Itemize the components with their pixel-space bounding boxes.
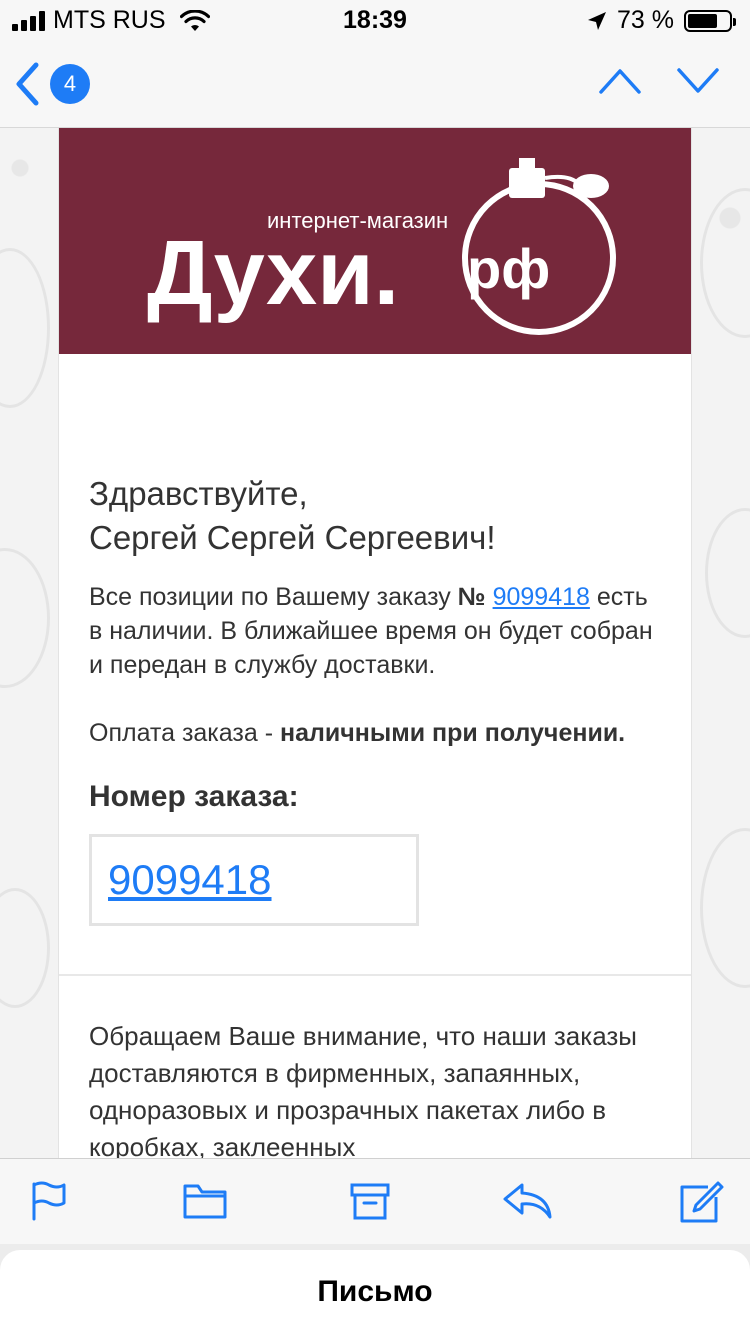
logo-main-text: Духи. bbox=[147, 222, 399, 324]
unread-count-badge: 4 bbox=[50, 64, 90, 104]
location-icon bbox=[588, 11, 607, 30]
order-number-heading: Номер заказа: bbox=[89, 780, 299, 813]
order-number-box-link[interactable]: 9099418 bbox=[108, 856, 272, 904]
payment-paragraph: Оплата заказа - наличными при получении. bbox=[89, 716, 661, 750]
store-logo: интернет-магазин Духи. рф bbox=[147, 158, 616, 335]
battery-percent: 73 % bbox=[617, 6, 674, 34]
email-content: Здравствуйте, Сергей Сергей Сергеевич! В… bbox=[59, 472, 691, 926]
order-number-box: 9099418 bbox=[89, 834, 419, 926]
battery-icon bbox=[684, 9, 736, 32]
packaging-notice: Обращаем Ваше внимание, что наши заказы … bbox=[89, 1021, 637, 1158]
greeting-line-1: Здравствуйте, bbox=[89, 475, 308, 512]
order-number-link[interactable]: 9099418 bbox=[493, 583, 590, 611]
archive-icon[interactable] bbox=[350, 1181, 390, 1221]
logo-suffix: рф bbox=[467, 237, 550, 300]
payment-label: Оплата заказа - bbox=[89, 719, 281, 747]
navigation-bar: 4 bbox=[0, 40, 750, 128]
number-sign: № bbox=[457, 583, 486, 611]
email-body: интернет-магазин Духи. рф Здравствуйте, … bbox=[58, 128, 692, 1158]
status-bar: MTS RUS 18:39 73 % bbox=[0, 0, 750, 40]
mail-toolbar bbox=[0, 1158, 750, 1244]
next-message-button[interactable] bbox=[676, 66, 720, 96]
compose-icon[interactable] bbox=[678, 1181, 724, 1225]
availability-text-start: Все позиции по Вашему заказу bbox=[89, 583, 458, 611]
status-right: 73 % bbox=[587, 6, 736, 35]
sheet-title[interactable]: Письмо bbox=[0, 1250, 750, 1334]
back-button[interactable]: 4 bbox=[14, 62, 90, 106]
battery-level bbox=[688, 13, 718, 28]
greeting-line-2: Сергей Сергей Сергеевич! bbox=[89, 519, 496, 556]
folder-icon[interactable] bbox=[182, 1181, 228, 1221]
payment-method: наличными при получении. bbox=[280, 719, 626, 747]
previous-message-button[interactable] bbox=[598, 66, 642, 96]
chevron-left-icon bbox=[16, 62, 39, 106]
message-navigation bbox=[598, 66, 720, 96]
availability-paragraph: Все позиции по Вашему заказу № 9099418 е… bbox=[89, 580, 661, 682]
notice-section: Обращаем Ваше внимание, что наши заказы … bbox=[59, 1018, 691, 1158]
store-banner: интернет-магазин Духи. рф bbox=[59, 128, 691, 354]
greeting: Здравствуйте, Сергей Сергей Сергеевич! bbox=[89, 472, 661, 560]
bottom-sheet: Письмо bbox=[0, 1244, 750, 1334]
reply-icon[interactable] bbox=[502, 1181, 554, 1221]
section-divider bbox=[59, 974, 691, 976]
flag-icon[interactable] bbox=[30, 1181, 68, 1221]
